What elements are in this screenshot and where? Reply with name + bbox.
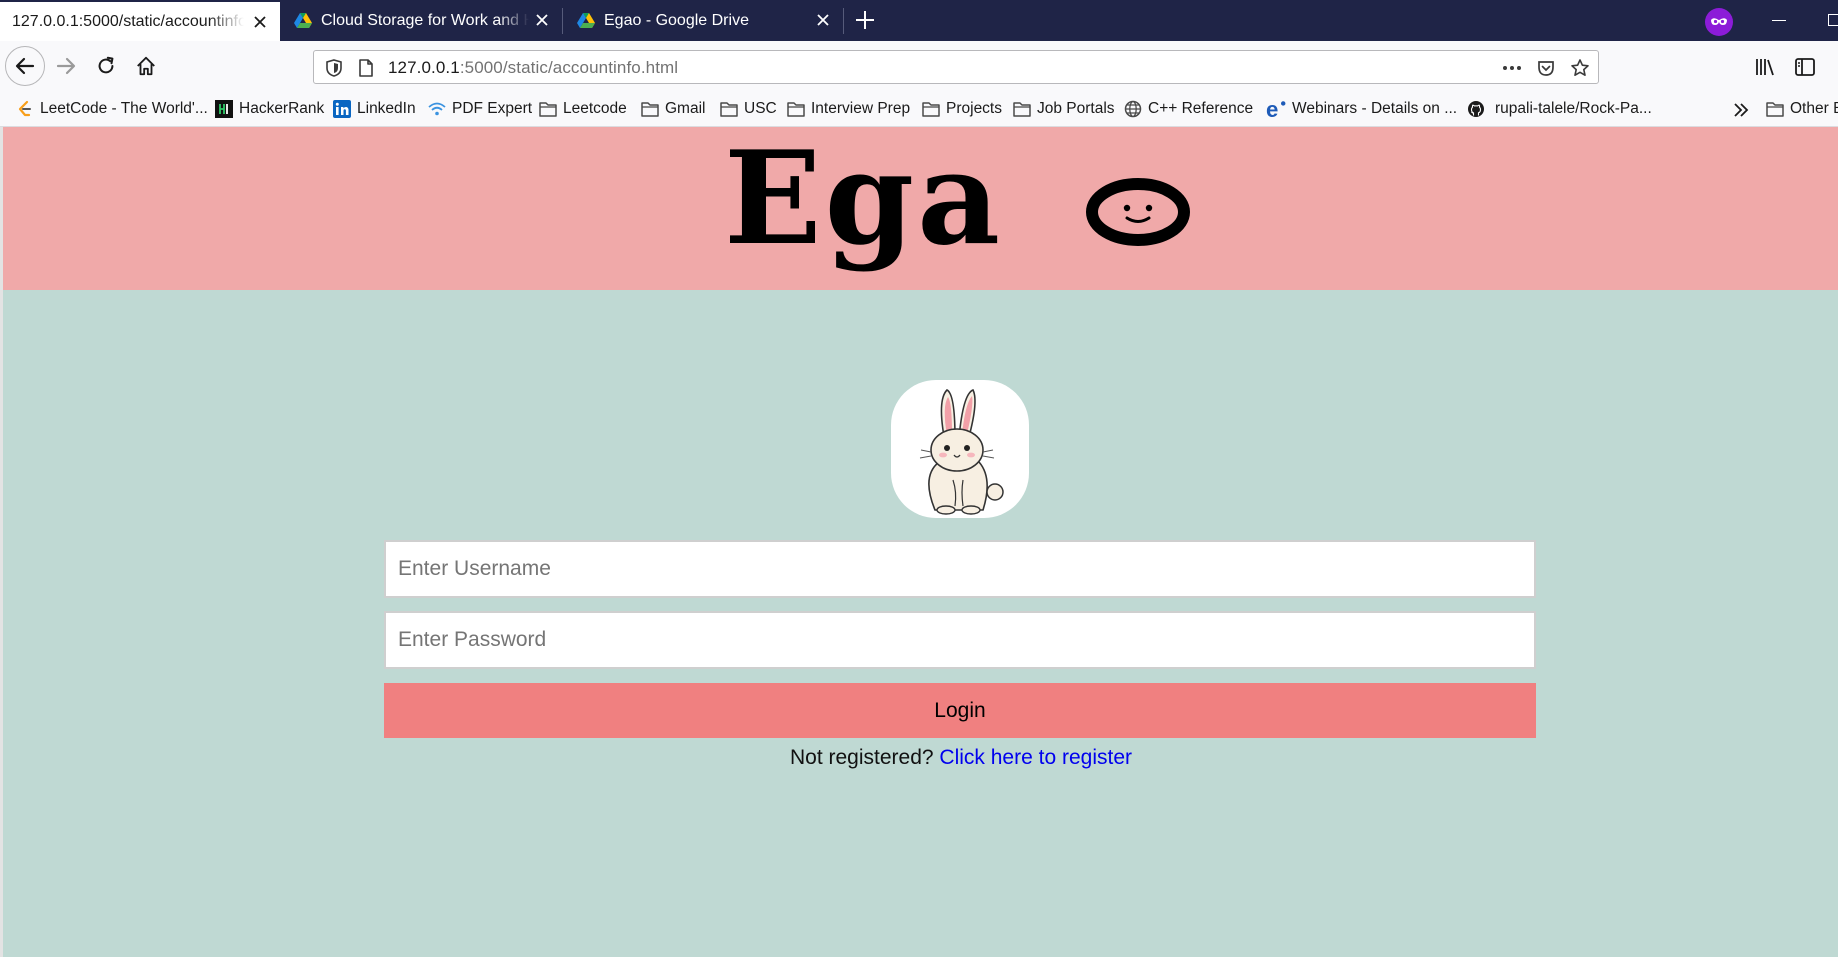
bookmark-label: Webinars - Details on ...: [1292, 100, 1458, 117]
bunny-illustration-icon: [919, 388, 1004, 515]
private-browsing-icon: [1705, 8, 1733, 36]
url-host: 127.0.0.1: [388, 58, 460, 77]
bookmark-linkedin[interactable]: LinkedIn: [333, 98, 416, 120]
bookmark-leetcode-site[interactable]: LeetCode - The World'...: [16, 98, 208, 120]
svg-text:e: e: [1266, 99, 1278, 119]
sidebar-toggle-icon[interactable]: [1794, 56, 1816, 78]
home-icon: [137, 56, 155, 76]
bookmark-label: PDF Expert: [452, 100, 533, 117]
bookmark-label: Job Portals: [1037, 100, 1115, 117]
folder-icon: [1013, 102, 1031, 117]
register-prompt: Not registered? Click here to register: [0, 746, 1838, 770]
close-tab-icon[interactable]: [813, 10, 833, 30]
bookmark-github-repo[interactable]: rupali-talele/Rock-Pa...: [1467, 98, 1652, 120]
logo-letters: Ega: [724, 124, 1003, 274]
globe-icon: [1124, 100, 1142, 118]
close-tab-icon[interactable]: [250, 12, 270, 32]
bookmark-label: LeetCode - The World'...: [40, 100, 208, 117]
page-info-icon[interactable]: [356, 58, 376, 78]
bookmark-label: Interview Prep: [811, 100, 911, 117]
url-text[interactable]: 127.0.0.1:5000/static/accountinfo.html: [388, 58, 678, 78]
bookmark-folder-interview-prep[interactable]: Interview Prep: [787, 98, 910, 120]
folder-icon: [922, 102, 940, 117]
bookmark-label: rupali-talele/Rock-Pa...: [1495, 100, 1652, 117]
bookmark-folder-job-portals[interactable]: Job Portals: [1013, 98, 1115, 120]
tab-strip: 127.0.0.1:5000/static/accountinfo.html C…: [0, 0, 1838, 41]
bookmark-hackerrank[interactable]: HackerRank: [215, 98, 324, 120]
folder-icon: [1766, 102, 1784, 117]
bookmark-label: Leetcode: [563, 100, 627, 117]
login-button[interactable]: Login: [384, 683, 1536, 738]
username-input[interactable]: [384, 540, 1536, 598]
navigation-toolbar: 127.0.0.1:5000/static/accountinfo.html: [0, 41, 1838, 91]
password-input[interactable]: [384, 611, 1536, 669]
site-logo: Ega: [724, 135, 1003, 263]
hackerrank-icon: [215, 100, 233, 118]
page-actions-more-icon[interactable]: [1502, 58, 1522, 78]
tab-title: Egao - Google Drive: [604, 11, 749, 29]
google-drive-icon: [294, 12, 312, 28]
bookmark-cpp-reference[interactable]: C++ Reference: [1124, 98, 1253, 120]
google-drive-icon: [577, 12, 595, 28]
tab-separator: [843, 8, 844, 34]
bookmarks-toolbar: LeetCode - The World'... HackerRank Link…: [0, 91, 1838, 127]
leetcode-icon: [18, 100, 31, 117]
folder-icon: [641, 102, 659, 117]
bookmark-webinars[interactable]: e Webinars - Details on ...: [1266, 98, 1457, 120]
bookmark-label: C++ Reference: [1148, 100, 1254, 117]
bookmark-label: HackerRank: [239, 100, 325, 117]
tab-title: Cloud Storage for Work and Home - Google…: [321, 11, 529, 29]
bookmark-label: Gmail: [665, 100, 706, 117]
bookmark-star-icon[interactable]: [1570, 58, 1590, 78]
forward-button[interactable]: [48, 48, 84, 84]
tab-accountinfo[interactable]: 127.0.0.1:5000/static/accountinfo.html: [0, 0, 280, 41]
bookmark-label: Other B: [1790, 100, 1838, 117]
bookmark-label: USC: [744, 100, 777, 117]
pocket-icon[interactable]: [1536, 58, 1556, 78]
bookmark-pdf-expert[interactable]: PDF Expert: [428, 98, 532, 120]
back-button[interactable]: [5, 46, 45, 86]
bookmark-folder-projects[interactable]: Projects: [922, 98, 1002, 120]
back-arrow-icon: [15, 57, 35, 75]
register-link[interactable]: Click here to register: [939, 746, 1132, 769]
wifi-icon: [428, 102, 446, 116]
library-icon[interactable]: [1754, 56, 1776, 78]
smiley-o-logo-icon: [1086, 178, 1190, 246]
bookmark-folder-usc[interactable]: USC: [720, 98, 777, 120]
address-bar[interactable]: 127.0.0.1:5000/static/accountinfo.html: [313, 50, 1599, 84]
bunny-avatar: [891, 380, 1029, 518]
home-button[interactable]: [128, 48, 164, 84]
reload-button[interactable]: [88, 48, 124, 84]
register-prompt-text: Not registered?: [790, 746, 940, 769]
minimize-window-icon[interactable]: [1772, 20, 1786, 21]
e-icon: e: [1266, 99, 1286, 119]
bookmark-other-bookmarks[interactable]: Other B: [1766, 98, 1838, 120]
linkedin-icon: [333, 100, 351, 118]
folder-icon: [787, 102, 805, 117]
folder-icon: [539, 102, 557, 117]
bookmark-label: LinkedIn: [357, 100, 416, 117]
url-path: :5000/static/accountinfo.html: [459, 58, 679, 77]
tab-title: 127.0.0.1:5000/static/accountinfo.html: [12, 12, 244, 30]
forward-arrow-icon: [56, 57, 76, 75]
maximize-window-icon[interactable]: [1828, 14, 1838, 26]
close-tab-icon[interactable]: [532, 10, 552, 30]
new-tab-plus-icon[interactable]: [854, 9, 876, 31]
tab-egao-drive[interactable]: Egao - Google Drive: [563, 0, 843, 41]
bookmark-label: Projects: [946, 100, 1002, 117]
bookmark-folder-gmail[interactable]: Gmail: [641, 98, 705, 120]
folder-icon: [720, 102, 738, 117]
tracking-protection-shield-icon[interactable]: [324, 58, 344, 78]
reload-icon: [98, 56, 114, 74]
more-bookmarks-chevron-icon[interactable]: [1732, 101, 1750, 119]
bookmark-folder-leetcode[interactable]: Leetcode: [539, 98, 627, 120]
github-icon: [1468, 101, 1484, 117]
tab-cloud-storage[interactable]: Cloud Storage for Work and Home - Google…: [280, 0, 562, 41]
